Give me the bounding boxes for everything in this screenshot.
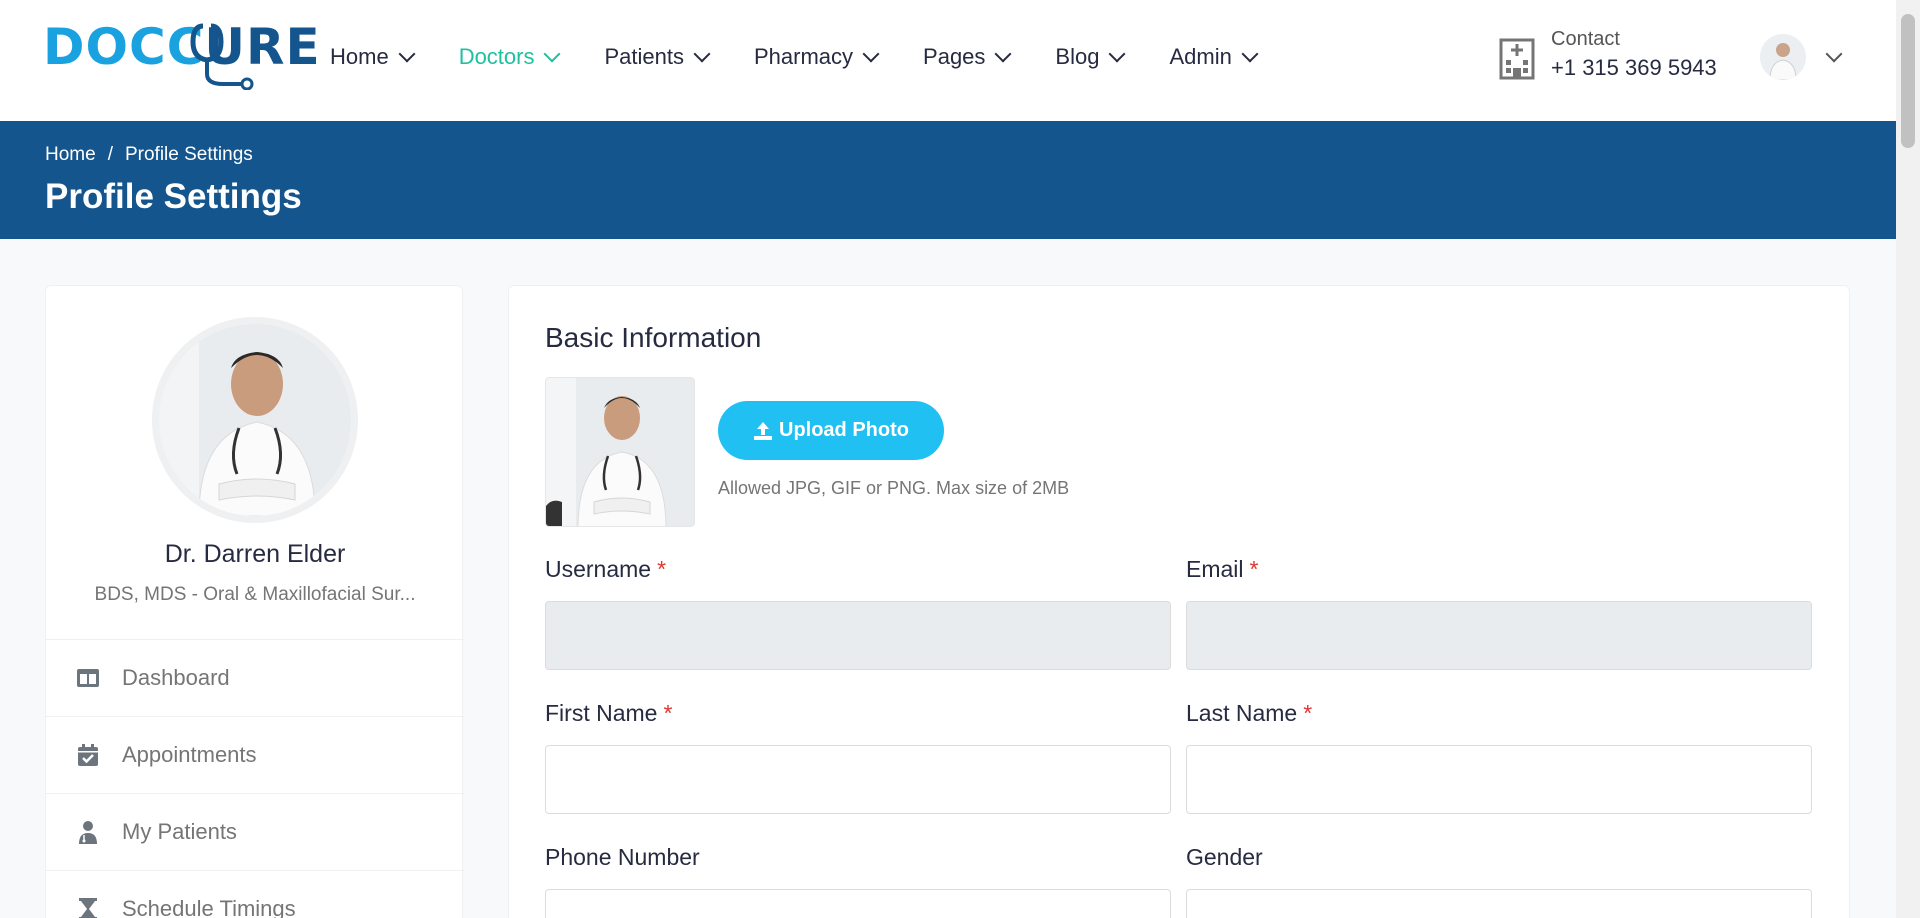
phone-number-label: Phone Number	[545, 844, 700, 870]
required-mark: *	[1303, 700, 1313, 726]
chevron-down-icon	[994, 45, 1012, 63]
chevron-down-icon	[1241, 45, 1259, 63]
breadcrumb-home[interactable]: Home	[45, 144, 96, 166]
required-mark: *	[1249, 556, 1259, 582]
calendar-check-icon	[78, 744, 98, 766]
chevron-down-icon	[398, 45, 416, 63]
gender-label: Gender	[1186, 844, 1263, 870]
nav-patients[interactable]: Patients	[604, 38, 711, 76]
sidebar-item-appointments[interactable]: Appointments	[46, 716, 464, 793]
profile-picture	[152, 317, 358, 523]
sidebar-item-label: Appointments	[122, 742, 257, 767]
email-field[interactable]	[1186, 601, 1812, 670]
nav-doctors-label: Doctors	[458, 44, 535, 69]
nav-home-label: Home	[330, 44, 389, 69]
upload-hint: Allowed JPG, GIF or PNG. Max size of 2MB	[718, 478, 1070, 498]
doctor-photo	[159, 324, 351, 516]
required-mark: *	[663, 700, 673, 726]
nav-home[interactable]: Home	[330, 38, 416, 76]
profile-photo-preview	[545, 377, 695, 527]
chevron-down-icon	[862, 45, 880, 63]
sidebar-item-label: Dashboard	[122, 665, 230, 690]
username-label: Username *	[545, 556, 666, 583]
nav-doctors[interactable]: Doctors	[458, 38, 561, 76]
page-scrollbar[interactable]	[1896, 0, 1920, 918]
nav-admin-label: Admin	[1169, 44, 1232, 69]
nav-blog-label: Blog	[1055, 44, 1100, 69]
required-mark: *	[657, 556, 667, 582]
upload-icon	[754, 421, 772, 440]
chevron-down-icon	[1825, 45, 1843, 63]
nav-pages-label: Pages	[923, 44, 986, 69]
chevron-down-icon	[1108, 45, 1126, 63]
sidebar-item-label: Schedule Timings	[122, 896, 296, 918]
gender-select[interactable]	[1186, 889, 1812, 918]
basic-information-card: Basic Information Upload Photo Allowed J…	[508, 285, 1850, 918]
sidebar-item-dashboard[interactable]: Dashboard	[46, 639, 464, 716]
site-header: DOCCURE Home Doctors Patients Pharmacy P…	[0, 0, 1896, 121]
upload-photo-label: Upload Photo	[779, 419, 909, 441]
sidebar-item-schedule-timings[interactable]: Schedule Timings	[46, 870, 464, 918]
avatar	[1760, 34, 1806, 80]
nav-patients-label: Patients	[604, 44, 684, 69]
scrollbar-thumb[interactable]	[1901, 14, 1915, 148]
last-name-field[interactable]	[1186, 745, 1812, 814]
nav-admin[interactable]: Admin	[1169, 38, 1259, 76]
doctor-name: Dr. Darren Elder	[164, 540, 346, 568]
chevron-down-icon	[693, 45, 711, 63]
sidebar-item-my-patients[interactable]: My Patients	[46, 793, 464, 870]
username-label-text: Username	[545, 556, 652, 582]
breadcrumb-separator: /	[107, 144, 113, 165]
user-menu[interactable]	[1760, 34, 1843, 80]
hourglass-icon	[79, 898, 97, 918]
upload-photo-button[interactable]: Upload Photo	[718, 401, 944, 460]
last-name-label: Last Name *	[1186, 700, 1312, 727]
dashboard-icon	[77, 669, 99, 687]
page-banner: Home / Profile Settings Profile Settings	[0, 121, 1896, 239]
username-field[interactable]	[545, 601, 1171, 670]
doctor-photo	[546, 378, 694, 526]
nav-pharmacy-label: Pharmacy	[753, 44, 854, 69]
contact-phone[interactable]: +1 315 369 5943	[1551, 52, 1717, 84]
sidebar-menu: Dashboard Appointments My Patients Sched…	[46, 639, 464, 918]
page-title: Profile Settings	[45, 177, 302, 216]
email-label-text: Email	[1186, 556, 1244, 582]
nav-pages[interactable]: Pages	[923, 38, 1012, 76]
breadcrumb-current: Profile Settings	[124, 144, 253, 165]
contact-label: Contact	[1551, 28, 1620, 50]
hospital-icon	[1499, 38, 1535, 80]
main-nav: Home Doctors Patients Pharmacy Pages Blo…	[330, 38, 1302, 76]
chevron-down-icon	[543, 45, 561, 63]
first-name-field[interactable]	[545, 745, 1171, 814]
doctor-specialty: BDS, MDS - Oral & Maxillofacial Sur...	[94, 584, 416, 605]
nav-blog[interactable]: Blog	[1055, 38, 1126, 76]
header-contact: Contact +1 315 369 5943	[1497, 26, 1717, 84]
doctor-avatar-image	[1760, 34, 1806, 80]
email-label: Email *	[1186, 556, 1258, 583]
stethoscope-icon	[190, 23, 254, 90]
phone-number-field[interactable]	[545, 889, 1171, 918]
nav-pharmacy[interactable]: Pharmacy	[753, 38, 880, 76]
first-name-label: First Name *	[545, 700, 672, 727]
profile-sidebar: Dr. Darren Elder BDS, MDS - Oral & Maxil…	[45, 285, 464, 918]
patient-icon	[79, 821, 97, 844]
sidebar-item-label: My Patients	[122, 819, 237, 844]
section-title: Basic Information	[545, 322, 762, 353]
last-name-label-text: Last Name	[1186, 700, 1298, 726]
breadcrumb: Home / Profile Settings	[45, 144, 253, 166]
first-name-label-text: First Name	[545, 700, 658, 726]
doccure-logo[interactable]: DOCCURE	[43, 22, 320, 90]
